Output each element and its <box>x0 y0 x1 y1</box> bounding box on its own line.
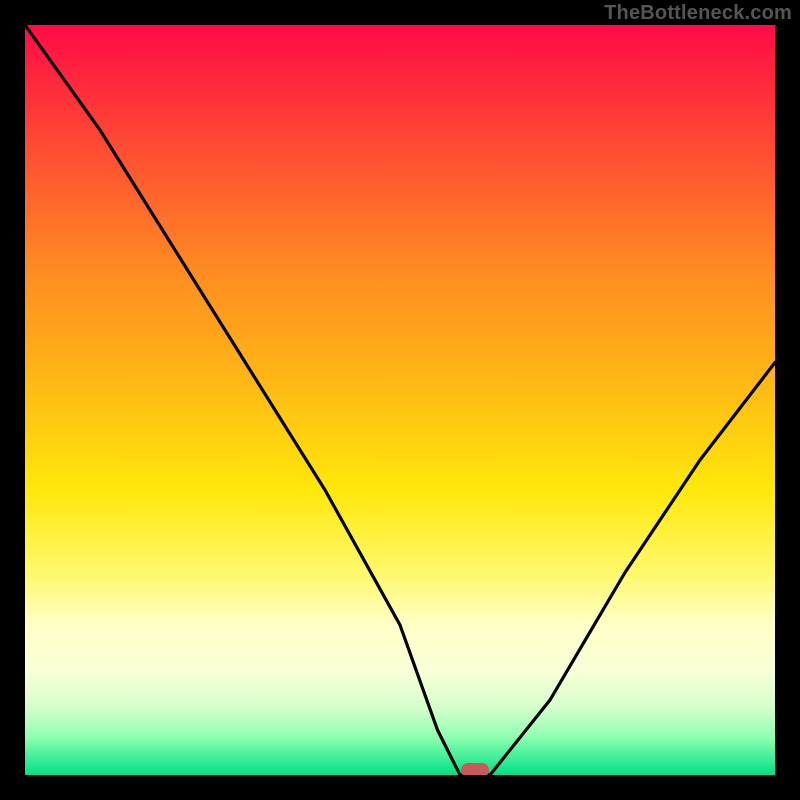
plot-area <box>25 25 775 775</box>
bottleneck-curve <box>25 25 775 775</box>
minimum-marker <box>461 763 489 775</box>
chart-frame: TheBottleneck.com <box>0 0 800 800</box>
watermark-text: TheBottleneck.com <box>604 2 792 25</box>
